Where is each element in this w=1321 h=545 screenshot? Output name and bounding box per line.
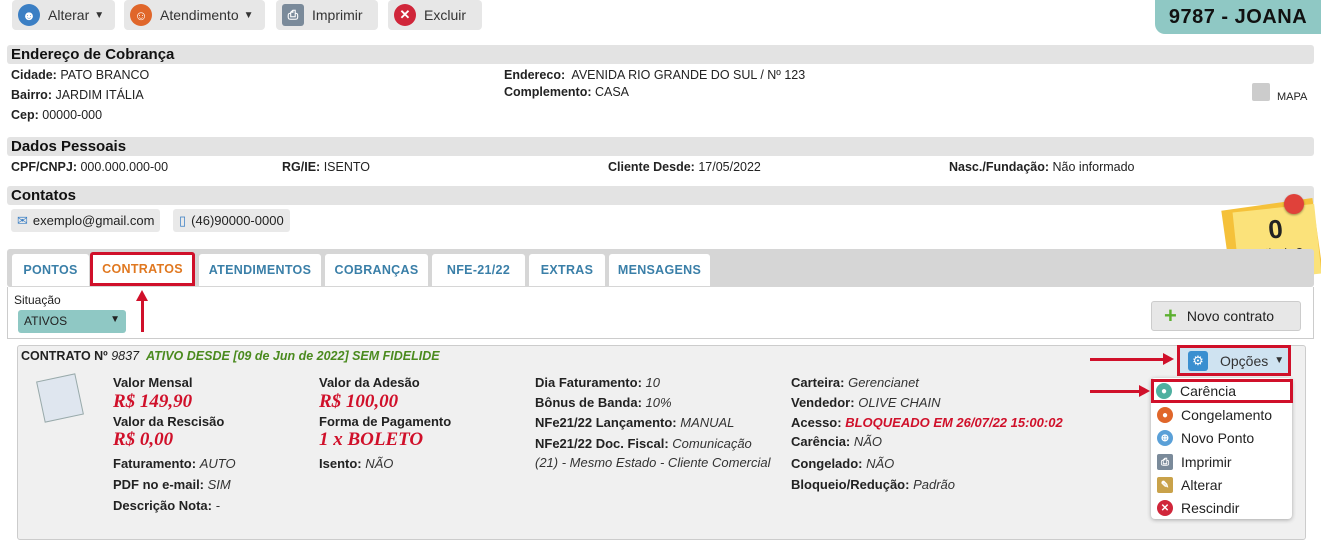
atendimento-label: Atendimento (160, 7, 239, 23)
novo-contrato-button[interactable]: + Novo contrato (1151, 301, 1301, 331)
menu-item-novo-ponto[interactable]: ⊕ Novo Ponto (1155, 427, 1288, 449)
dia-row: Dia Faturamento: 10 (535, 375, 660, 390)
isento-row: Isento: NÃO (319, 456, 394, 471)
acesso-row: Acesso: BLOQUEADO EM 26/07/22 15:00:02 (791, 415, 1063, 430)
menu-item-alterar[interactable]: ✎ Alterar (1155, 474, 1288, 496)
rg-row: RG/IE: ISENTO (282, 160, 370, 174)
client-badge: 9787 - JOANA (1155, 0, 1321, 34)
clipboard-icon: ✎ (1157, 477, 1173, 493)
alterar-label: Alterar (48, 7, 90, 23)
printer-icon: ⎙ (282, 4, 304, 26)
doc-fiscal-detail: (21) - Mesmo Estado - Cliente Comercial (535, 455, 771, 470)
email-chip[interactable]: ✉ exemplo@gmail.com (11, 209, 161, 232)
cliente-desde-row: Cliente Desde: 17/05/2022 (608, 160, 761, 174)
tab-atendimentos[interactable]: ATENDIMENTOS (199, 254, 321, 286)
faturamento-row: Faturamento: AUTO (113, 456, 236, 471)
imprimir-button[interactable]: ⎙ Imprimir (276, 0, 378, 30)
arrow-head-carencia (1139, 385, 1150, 397)
bairro-row: Bairro: JARDIM ITÁLIA (11, 88, 144, 102)
menu-item-carencia[interactable]: ● Carência (1151, 379, 1293, 403)
user-icon: ☻ (18, 4, 40, 26)
network-icon: ⊕ (1157, 430, 1173, 446)
cep-row: Cep: 00000-000 (11, 108, 103, 122)
contatos-section-title: Contatos (7, 186, 1314, 205)
menu-item-imprimir[interactable]: ⎙ Imprimir (1155, 451, 1288, 473)
opcoes-button[interactable]: ⚙ Opções ▼ (1177, 345, 1291, 376)
document-icon (36, 373, 84, 423)
annotation-arrow-carencia (1090, 390, 1140, 393)
valor-rescisao-label: Valor da Rescisão (113, 414, 225, 429)
nasc-row: Nasc./Fundação: Não informado (949, 160, 1135, 174)
cpf-row: CPF/CNPJ: 000.000.000-00 (11, 160, 169, 174)
excluir-label: Excluir (424, 7, 467, 23)
carencia-row: Carência: NÃO (791, 434, 883, 449)
tab-pontos[interactable]: PONTOS (12, 254, 89, 286)
tab-extras[interactable]: EXTRAS (529, 254, 605, 286)
menu-item-congelamento[interactable]: ● Congelamento (1155, 404, 1288, 426)
pagamento-value: 1 x BOLETO (319, 429, 424, 450)
phone-icon: ▯ (179, 212, 187, 228)
pagamento-label: Forma de Pagamento (319, 414, 452, 429)
doc-fiscal-row: NFe21/22 Doc. Fiscal: Comunicação (535, 436, 752, 451)
lancamento-row: NFe21/22 Lançamento: MANUAL (535, 415, 735, 430)
atendimento-button[interactable]: ☺ Atendimento ▼ (124, 0, 265, 30)
arrow-head-opcoes (1163, 353, 1174, 365)
chevron-down-icon: ▼ (94, 9, 105, 21)
pdf-row: PDF no e-mail: SIM (113, 477, 231, 492)
pessoais-section-title: Dados Pessoais (7, 137, 1314, 156)
phone-chip[interactable]: ▯ (46)90000-0000 (173, 209, 290, 232)
bonus-row: Bônus de Banda: 10% (535, 395, 672, 410)
plus-icon: + (1164, 303, 1177, 328)
delete-icon: ✕ (394, 4, 416, 26)
chevron-down-icon: ▼ (243, 9, 254, 21)
imprimir-label: Imprimir (312, 7, 363, 23)
situacao-select[interactable]: ATIVOS ▼ (18, 310, 126, 333)
lock-icon: ● (1156, 383, 1172, 399)
cidade-row: Cidade: PATO BRANCO (11, 68, 150, 82)
excluir-button[interactable]: ✕ Excluir (388, 0, 482, 30)
tab-contratos[interactable]: CONTRATOS (90, 252, 195, 286)
menu-item-rescindir[interactable]: ✕ Rescindir (1155, 497, 1288, 519)
adesao-label: Valor da Adesão (319, 375, 420, 390)
printer-icon: ⎙ (1157, 454, 1173, 470)
close-icon: ✕ (1157, 500, 1173, 516)
valor-mensal: R$ 149,90 (113, 391, 193, 412)
adesao-value: R$ 100,00 (319, 391, 399, 412)
chevron-down-icon: ▼ (1274, 355, 1285, 366)
chevron-down-icon: ▼ (110, 314, 120, 325)
descricao-row: Descrição Nota: - (113, 498, 220, 513)
gear-icon: ⚙ (1188, 350, 1208, 371)
agent-icon: ☺ (130, 4, 152, 26)
map-icon[interactable] (1252, 83, 1270, 101)
situacao-label: Situação (14, 293, 61, 307)
tab-cobrancas[interactable]: COBRANÇAS (325, 254, 428, 286)
bloqueio-row: Bloqueio/Redução: Padrão (791, 477, 955, 492)
alterar-button[interactable]: ☻ Alterar ▼ (12, 0, 115, 30)
carteira-row: Carteira: Gerencianet (791, 375, 919, 390)
endereco-section-title: Endereço de Cobrança (7, 45, 1314, 64)
vendedor-row: Vendedor: OLIVE CHAIN (791, 395, 941, 410)
complemento-row: Complemento: CASA (504, 85, 630, 99)
annotation-arrow-opcoes (1090, 358, 1164, 361)
pin-icon (1284, 194, 1304, 214)
tab-mensagens[interactable]: MENSAGENS (609, 254, 710, 286)
contract-header: CONTRATO Nº 9837 ATIVO DESDE [09 de Jun … (21, 349, 440, 363)
lock-icon: ● (1157, 407, 1173, 423)
congelado-row: Congelado: NÃO (791, 456, 895, 471)
arrow-head-up (136, 290, 148, 301)
mail-icon: ✉ (17, 212, 28, 228)
endereco-row: Endereco: AVENIDA RIO GRANDE DO SUL / Nº… (504, 68, 806, 82)
mapa-link[interactable]: MAPA (1277, 91, 1307, 103)
valor-rescisao: R$ 0,00 (113, 429, 174, 450)
tab-nfe[interactable]: NFE-21/22 (432, 254, 525, 286)
annotation-arrow-up (141, 300, 144, 332)
valor-mensal-label: Valor Mensal (113, 375, 193, 390)
filter-panel (7, 287, 1314, 339)
